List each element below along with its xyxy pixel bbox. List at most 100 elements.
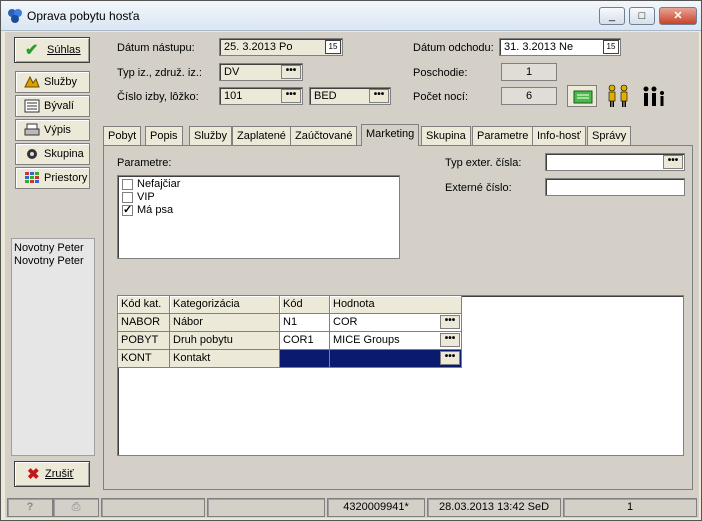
family-icon[interactable] — [641, 84, 667, 108]
client-area: ✔ Súhlas Služby Bývalí Výpis Skupina Pri… — [5, 32, 699, 518]
help-icon[interactable]: ? — [7, 498, 53, 517]
window-title: Oprava pobytu hosťa — [27, 9, 140, 23]
close-button[interactable]: ✕ — [659, 7, 697, 25]
print-button[interactable]: Výpis — [15, 119, 90, 141]
cell-value: COR — [333, 316, 358, 328]
calendar-icon[interactable]: 15 — [325, 40, 341, 54]
lookup-button[interactable]: ••• — [281, 65, 301, 79]
status-empty — [101, 498, 205, 517]
printer-icon[interactable]: ⎙ — [53, 498, 99, 517]
grid-icon — [25, 172, 39, 183]
calendar-icon[interactable]: 15 — [603, 40, 619, 54]
ext-type-field[interactable]: ••• — [545, 153, 685, 171]
tab-zaplatene[interactable]: Zaplatené — [232, 126, 291, 146]
table-cell[interactable]: POBYT — [118, 332, 170, 350]
group-button[interactable]: Skupina — [15, 143, 90, 165]
cancel-button-label: Zrušiť — [45, 468, 74, 480]
room-type-label: Typ iz., združ. iz.: — [117, 67, 202, 79]
bed-field[interactable]: BED ••• — [309, 87, 391, 105]
couple-icon[interactable] — [605, 84, 631, 108]
lookup-button[interactable]: ••• — [369, 89, 389, 103]
former-guests-label: Bývalí — [44, 100, 74, 112]
tab-parametre[interactable]: Parametre — [472, 126, 534, 146]
notes-button[interactable] — [567, 85, 597, 107]
column-header[interactable]: Kód — [280, 296, 330, 314]
status-account: 4320009941* — [327, 498, 425, 517]
tab-strip: Pobyt Popis Služby Zaplatené Zaúčtované … — [103, 124, 693, 146]
guest-list[interactable]: Novotny Peter Novotny Peter — [11, 238, 95, 456]
arrival-date-field[interactable]: 25. 3.2013 Po 15 — [219, 38, 343, 56]
tab-spravy[interactable]: Správy — [587, 126, 632, 146]
ext-number-input[interactable] — [545, 178, 685, 196]
checkbox[interactable] — [122, 179, 133, 190]
guest-list-item[interactable]: Novotny Peter — [14, 242, 92, 255]
table-cell[interactable]: Kontakt — [170, 350, 280, 368]
lookup-button[interactable]: ••• — [663, 155, 683, 169]
tab-skupina[interactable]: Skupina — [421, 126, 471, 146]
params-label: Parametre: — [117, 157, 172, 169]
tab-sluzby[interactable]: Služby — [189, 126, 233, 146]
room-type-field[interactable]: DV ••• — [219, 63, 303, 81]
table-cell-selected[interactable]: ••• — [330, 350, 462, 368]
room-type-value: DV — [224, 66, 240, 78]
ok-button-label: Súhlas — [47, 44, 81, 56]
list-icon — [24, 99, 40, 113]
arrival-label: Dátum nástupu: — [117, 42, 195, 54]
table-cell[interactable]: MICE Groups ••• — [330, 332, 462, 350]
param-label: VIP — [137, 191, 155, 203]
bed-value: BED — [314, 90, 337, 102]
ext-type-label: Typ exter. čísla: — [445, 157, 522, 169]
guest-list-item[interactable]: Novotny Peter — [14, 255, 92, 268]
ext-number-label: Externé číslo: — [445, 182, 512, 194]
checkbox-checked[interactable] — [122, 203, 133, 216]
table-cell[interactable]: NABOR — [118, 314, 170, 332]
services-button[interactable]: Služby — [15, 71, 90, 93]
marketing-grid[interactable]: Kód kat. Kategorizácia Kód Hodnota NABOR… — [117, 295, 684, 456]
table-cell[interactable]: COR ••• — [330, 314, 462, 332]
tab-pobyt[interactable]: Pobyt — [103, 126, 142, 146]
departure-label: Dátum odchodu: — [413, 42, 494, 54]
room-label: Číslo izby, lôžko: — [117, 91, 199, 103]
app-icon — [8, 9, 22, 23]
tab-info-host[interactable]: Info-hosť — [532, 126, 586, 146]
tab-popis[interactable]: Popis — [145, 126, 183, 146]
lookup-button[interactable]: ••• — [281, 89, 301, 103]
table-cell[interactable]: N1 — [280, 314, 330, 332]
arrival-date-value: 25. 3.2013 Po — [224, 41, 293, 53]
table-cell[interactable]: KONT — [118, 350, 170, 368]
title-bar: Oprava pobytu hosťa _ □ ✕ — [1, 1, 701, 31]
params-checklist[interactable]: Nefajčiar VIP Má psa — [117, 175, 400, 259]
lookup-button[interactable]: ••• — [440, 333, 460, 347]
printer-icon — [24, 123, 40, 136]
departure-date-value: 31. 3.2013 Ne — [504, 41, 574, 53]
column-header[interactable]: Hodnota — [330, 296, 462, 314]
floor-value: 1 — [501, 63, 557, 81]
group-icon — [27, 149, 37, 159]
departure-date-field[interactable]: 31. 3.2013 Ne 15 — [499, 38, 621, 56]
cell-value: MICE Groups — [333, 334, 400, 346]
former-guests-button[interactable]: Bývalí — [15, 95, 90, 117]
lookup-button[interactable]: ••• — [440, 315, 460, 329]
table-cell[interactable]: COR1 — [280, 332, 330, 350]
status-datetime: 28.03.2013 13:42 SeD — [427, 498, 561, 517]
maximize-button[interactable]: □ — [629, 7, 655, 25]
column-header[interactable]: Kategorizácia — [170, 296, 280, 314]
spaces-label: Priestory — [44, 172, 88, 184]
checkmark-icon: ✔ — [25, 42, 39, 59]
group-label: Skupina — [44, 148, 84, 160]
table-cell[interactable]: Druh pobytu — [170, 332, 280, 350]
cancel-button[interactable]: ✖ Zrušiť — [14, 461, 90, 487]
room-number-field[interactable]: 101 ••• — [219, 87, 303, 105]
services-icon — [24, 75, 40, 88]
tab-zauctovane[interactable]: Zaúčtované — [290, 126, 358, 146]
table-cell-selected[interactable] — [280, 350, 330, 368]
minimize-button[interactable]: _ — [599, 7, 625, 25]
column-header[interactable]: Kód kat. — [118, 296, 170, 314]
table-cell[interactable]: Nábor — [170, 314, 280, 332]
checkbox[interactable] — [122, 192, 133, 203]
ok-button[interactable]: ✔ Súhlas — [14, 37, 90, 63]
lookup-button[interactable]: ••• — [440, 351, 460, 365]
status-page: 1 — [563, 498, 697, 517]
tab-marketing[interactable]: Marketing — [361, 124, 420, 146]
spaces-button[interactable]: Priestory — [15, 167, 90, 189]
